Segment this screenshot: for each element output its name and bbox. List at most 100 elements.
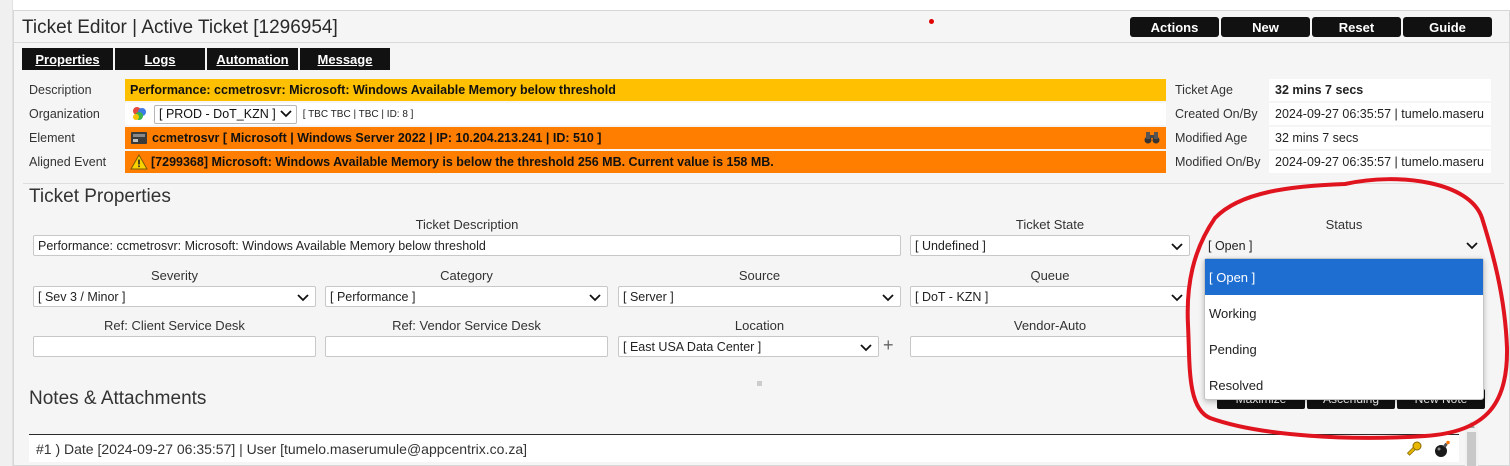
aligned-event-value: [7299368] Microsoft: Windows Available M… [125,151,1166,173]
status-select[interactable]: [ Open ] [1204,235,1484,256]
guide-button[interactable]: Guide [1403,17,1492,37]
tab-properties[interactable]: Properties [22,48,113,70]
source-label: Source [738,268,781,283]
chevron-down-icon [297,294,309,302]
vendor-auto-label: Vendor-Auto [1013,318,1087,333]
description-value: Performance: ccmetrosvr: Microsoft: Wind… [125,79,1166,101]
organization-icon [133,107,146,120]
status-label: Status [1325,217,1363,232]
ticket-state-label: Ticket State [1015,217,1085,232]
ref-client-input[interactable] [33,336,316,357]
organization-value: [ PROD - DoT_KZN ] [ TBC TBC | TBC | ID:… [125,103,1166,125]
ticket-state-select[interactable]: [ Undefined ] [910,235,1190,256]
source-select[interactable]: [ Server ] [618,286,901,307]
ticket-age-label: Ticket Age [1175,83,1233,97]
ref-vendor-label: Ref: Vendor Service Desk [392,318,541,333]
tab-bar: Properties Logs Automation Message [22,48,390,70]
chevron-down-icon [860,344,872,352]
tab-message[interactable]: Message [300,48,390,70]
scroll-thumb[interactable] [1467,432,1476,466]
chevron-down-icon [280,110,292,118]
actions-button[interactable]: Actions [1130,17,1219,37]
notes-scrollbar[interactable] [1465,420,1478,466]
organization-select-value: [ PROD - DoT_KZN ] [159,107,276,121]
ticket-description-label: Ticket Description [415,217,519,232]
aligned-event-text: [7299368] Microsoft: Windows Available M… [151,155,774,169]
organization-select[interactable]: [ PROD - DoT_KZN ] [154,104,297,124]
status-option-working[interactable]: Working [1205,295,1483,331]
source-value: [ Server ] [623,289,674,304]
chevron-down-icon [1466,242,1478,250]
notification-dot [929,19,934,24]
ticket-properties-title: Ticket Properties [29,186,171,207]
chevron-down-icon [589,294,601,302]
status-option-resolved[interactable]: Resolved [1205,367,1483,403]
queue-label: Queue [1030,268,1070,283]
location-label: Location [734,318,785,333]
element-text: ccmetrosvr [ Microsoft | Windows Server … [152,131,602,145]
modified-age-value: 32 mins 7 secs [1269,127,1491,149]
status-value: [ Open ] [1208,238,1253,253]
created-value: 2024-09-27 06:35:57 | tumelo.maseru [1269,103,1491,125]
ticket-age-value: 32 mins 7 secs [1269,79,1491,101]
status-option-pending[interactable]: Pending [1205,331,1483,367]
queue-select[interactable]: [ DoT - KZN ] [910,286,1190,307]
chevron-down-icon [882,294,894,302]
category-label: Category [440,268,493,283]
ticket-timing-info: Ticket Age 32 mins 7 secs Created On/By … [1169,78,1491,174]
location-select[interactable]: [ East USA Data Center ] [618,336,879,357]
description-row: Description Performance: ccmetrosvr: Mic… [22,78,1166,102]
tab-automation[interactable]: Automation [207,48,298,70]
header-divider [14,42,1510,43]
notes-title: Notes & Attachments [29,388,207,409]
bomb-icon[interactable] [1433,440,1451,458]
status-option-open[interactable]: [ Open ] [1205,259,1483,295]
key-icon[interactable] [1405,440,1423,458]
new-button[interactable]: New [1221,17,1310,37]
modified-age-label: Modified Age [1175,131,1248,145]
modified-on-row: Modified On/By 2024-09-27 06:35:57 | tum… [1169,150,1491,174]
ref-vendor-input[interactable] [325,336,608,357]
category-value: [ Performance ] [330,289,416,304]
server-icon [131,132,147,144]
vendor-auto-input[interactable] [910,336,1190,357]
warning-icon [130,154,148,170]
status-dropdown: [ Open ] Working Pending Resolved [1204,258,1484,400]
created-label: Created On/By [1175,107,1258,121]
aligned-event-label: Aligned Event [29,155,107,169]
ticket-info: Description Performance: ccmetrosvr: Mic… [22,78,1166,174]
chevron-down-icon [1171,243,1183,251]
note-header: #1 ) Date [2024-09-27 06:35:57] | User [… [29,434,1459,462]
add-location-icon[interactable]: + [883,335,894,356]
binoculars-icon[interactable] [1144,131,1160,145]
tab-logs[interactable]: Logs [115,48,205,70]
chevron-down-icon [1171,294,1183,302]
ticket-age-row: Ticket Age 32 mins 7 secs [1169,78,1491,102]
location-value: [ East USA Data Center ] [623,339,762,354]
header-actions: Actions New Reset Guide [1130,17,1492,37]
description-label: Description [29,83,92,97]
severity-select[interactable]: [ Sev 3 / Minor ] [33,286,316,307]
organization-row: Organization [ PROD - DoT_KZN ] [ TBC TB… [22,102,1166,126]
element-row: Element ccmetrosvr [ Microsoft | Windows… [22,126,1166,150]
queue-value: [ DoT - KZN ] [915,289,989,304]
aligned-event-row: Aligned Event [7299368] Microsoft: Windo… [22,150,1166,174]
element-label: Element [29,131,75,145]
organization-label: Organization [29,107,100,121]
ticket-description-input[interactable]: Performance: ccmetrosvr: Microsoft: Wind… [33,235,901,256]
reset-button[interactable]: Reset [1312,17,1401,37]
element-value: ccmetrosvr [ Microsoft | Windows Server … [125,127,1166,149]
left-edge-strip [0,0,13,466]
severity-label: Severity [151,268,198,283]
severity-value: [ Sev 3 / Minor ] [38,289,126,304]
ref-client-label: Ref: Client Service Desk [104,318,245,333]
note-header-text: #1 ) Date [2024-09-27 06:35:57] | User [… [36,440,527,457]
modified-on-value: 2024-09-27 06:35:57 | tumelo.maseru [1269,151,1491,173]
note-row-icons [1405,440,1451,458]
scroll-up-icon[interactable] [1467,422,1475,428]
created-row: Created On/By 2024-09-27 06:35:57 | tume… [1169,102,1491,126]
page-title: Ticket Editor | Active Ticket [1296954] [22,17,338,38]
splitter-handle[interactable] [757,381,762,386]
category-select[interactable]: [ Performance ] [325,286,608,307]
modified-age-row: Modified Age 32 mins 7 secs [1169,126,1491,150]
